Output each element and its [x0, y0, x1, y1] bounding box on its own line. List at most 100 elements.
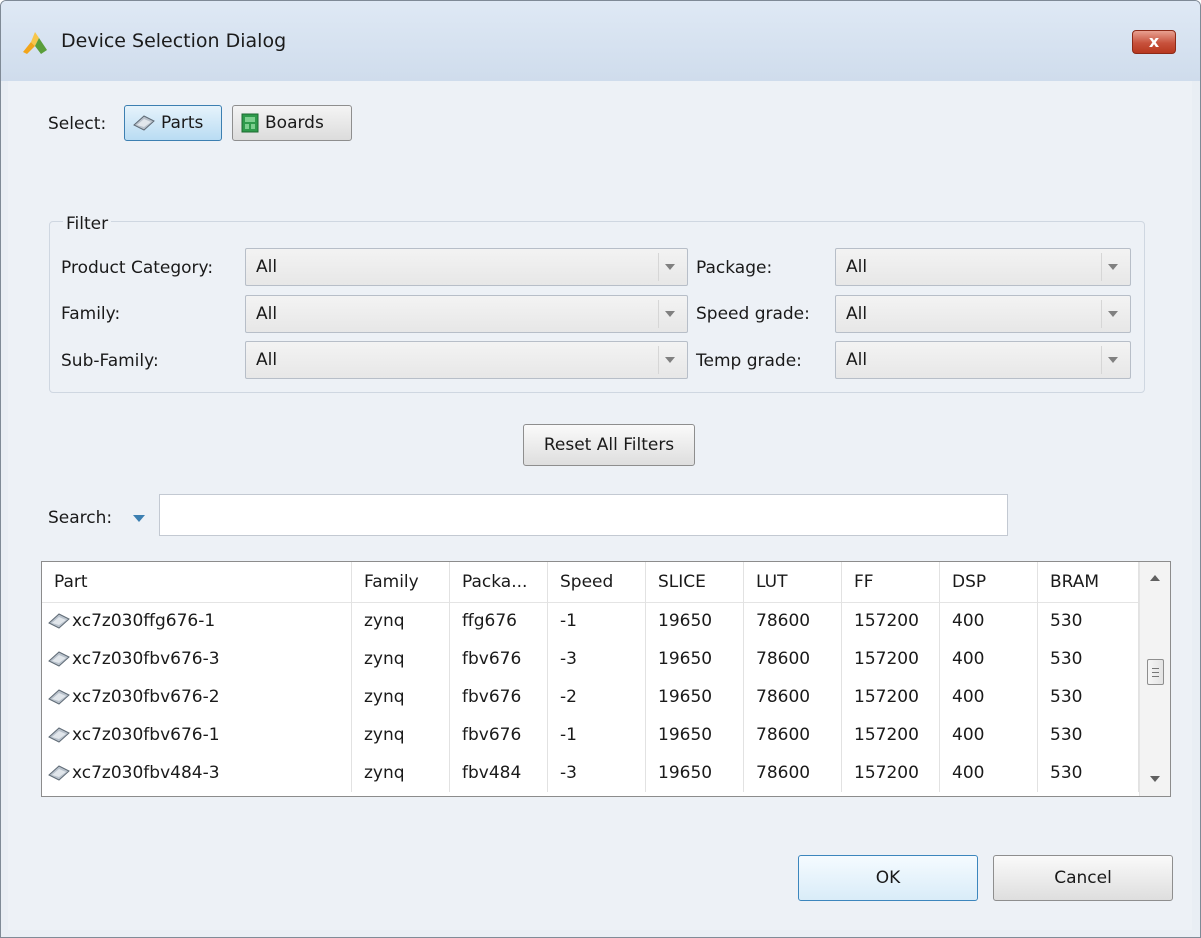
product-category-select[interactable]: All: [245, 248, 688, 286]
family-select[interactable]: All: [245, 295, 688, 333]
vertical-scrollbar[interactable]: [1139, 562, 1170, 796]
chevron-down-icon: [1108, 264, 1118, 270]
column-header-family[interactable]: Family: [352, 562, 450, 602]
sub-family-select[interactable]: All: [245, 341, 688, 379]
cell-text: 157200: [854, 763, 919, 783]
table-row[interactable]: xc7z030ffg676-1 zynq ffg676 -1 19650 78600 157…: [42, 602, 1139, 640]
cell-text: zynq: [364, 687, 405, 707]
cell-dsp: 400: [940, 716, 1038, 754]
device-selection-dialog: Device Selection Dialog x Select: Parts …: [0, 0, 1201, 938]
temp-grade-select[interactable]: All: [835, 341, 1131, 379]
cell-text: zynq: [364, 649, 405, 669]
search-input[interactable]: [159, 494, 1008, 536]
cell-text: zynq: [364, 763, 405, 783]
cell-family: zynq: [352, 640, 450, 678]
chip-icon: [48, 727, 70, 743]
table-row[interactable]: xc7z030fbv676-2 zynq fbv676 -2 19650 78600 157…: [42, 678, 1139, 716]
cell-text: 400: [952, 725, 985, 745]
column-header-bram[interactable]: BRAM: [1038, 562, 1139, 602]
speed-grade-label: Speed grade:: [696, 304, 810, 324]
boards-toggle-button[interactable]: Boards: [232, 105, 352, 141]
column-header-dsp[interactable]: DSP: [940, 562, 1038, 602]
package-value: All: [846, 257, 868, 277]
cell-part: xc7z030fbv676-2: [42, 678, 352, 716]
cell-ff: 157200: [842, 640, 940, 678]
table-header: Part Family Packa... Speed SLICE LUT FF …: [42, 562, 1139, 603]
temp-grade-label: Temp grade:: [696, 351, 802, 371]
cell-text: 400: [952, 649, 985, 669]
family-label: Family:: [61, 304, 121, 324]
cell-lut: 78600: [744, 754, 842, 792]
cell-lut: 78600: [744, 678, 842, 716]
chip-icon: [133, 115, 155, 131]
cell-bram: 530: [1038, 678, 1139, 716]
search-label: Search:: [48, 508, 113, 528]
close-icon: x: [1148, 32, 1160, 51]
cell-speed: -3: [548, 640, 646, 678]
cancel-label: Cancel: [1054, 868, 1112, 888]
cell-text: 400: [952, 687, 985, 707]
parts-table: Part Family Packa... Speed SLICE LUT FF …: [41, 561, 1171, 797]
cell-dsp: 400: [940, 640, 1038, 678]
reset-filters-button[interactable]: Reset All Filters: [523, 424, 695, 466]
cell-text: xc7z030ffg676-1: [72, 611, 216, 631]
cell-text: 530: [1050, 725, 1083, 745]
close-button[interactable]: x: [1132, 30, 1176, 54]
cell-ff: 157200: [842, 754, 940, 792]
cell-slice: 19650: [646, 602, 744, 640]
chevron-down-icon: [665, 311, 675, 317]
cell-part: xc7z030ffg676-1: [42, 602, 352, 640]
cell-text: zynq: [364, 611, 405, 631]
cell-part: xc7z030fbv676-1: [42, 716, 352, 754]
column-header-speed[interactable]: Speed: [548, 562, 646, 602]
cell-text: xc7z030fbv676-2: [72, 687, 220, 707]
chevron-down-icon: [665, 357, 675, 363]
chevron-down-icon: [665, 264, 675, 270]
speed-grade-select[interactable]: All: [835, 295, 1131, 333]
parts-toggle-button[interactable]: Parts: [124, 105, 222, 141]
column-header-lut[interactable]: LUT: [744, 562, 842, 602]
cell-text: 19650: [658, 725, 713, 745]
search-options-chevron-icon[interactable]: [133, 515, 145, 522]
cell-text: 400: [952, 611, 985, 631]
cell-speed: -1: [548, 716, 646, 754]
cell-text: zynq: [364, 725, 405, 745]
column-header-slice[interactable]: SLICE: [646, 562, 744, 602]
cell-text: 400: [952, 763, 985, 783]
column-header-part[interactable]: Part: [42, 562, 352, 602]
cell-slice: 19650: [646, 678, 744, 716]
scrollbar-thumb[interactable]: [1147, 659, 1164, 685]
cell-text: -1: [560, 611, 577, 631]
scroll-up-icon[interactable]: [1150, 575, 1160, 581]
cell-text: 78600: [756, 649, 811, 669]
ok-button[interactable]: OK: [798, 855, 978, 901]
table-row[interactable]: xc7z030fbv676-3 zynq fbv676 -3 19650 78600 157…: [42, 640, 1139, 678]
cell-text: -2: [560, 687, 577, 707]
ok-label: OK: [875, 868, 901, 888]
cell-text: 157200: [854, 649, 919, 669]
cell-text: 78600: [756, 611, 811, 631]
cell-dsp: 400: [940, 754, 1038, 792]
table-row[interactable]: xc7z030fbv484-3 zynq fbv484 -3 19650 78600 157…: [42, 754, 1139, 792]
scroll-down-icon[interactable]: [1150, 776, 1160, 782]
cell-bram: 530: [1038, 640, 1139, 678]
cell-ff: 157200: [842, 716, 940, 754]
family-value: All: [256, 304, 278, 324]
cancel-button[interactable]: Cancel: [993, 855, 1173, 901]
package-select[interactable]: All: [835, 248, 1131, 286]
sub-family-value: All: [256, 350, 278, 370]
cell-text: ffg676: [462, 611, 517, 631]
cell-text: 19650: [658, 611, 713, 631]
cell-text: -1: [560, 725, 577, 745]
cell-text: 19650: [658, 687, 713, 707]
cell-text: -3: [560, 763, 577, 783]
sub-family-label: Sub-Family:: [61, 351, 159, 371]
cell-slice: 19650: [646, 754, 744, 792]
xilinx-logo-icon: [23, 32, 47, 54]
table-row[interactable]: xc7z030fbv676-1 zynq fbv676 -1 19650 78600 157…: [42, 716, 1139, 754]
column-header-ff[interactable]: FF: [842, 562, 940, 602]
chevron-down-icon: [1108, 311, 1118, 317]
cell-ff: 157200: [842, 602, 940, 640]
product-category-label: Product Category:: [61, 258, 214, 278]
column-header-package[interactable]: Packa...: [450, 562, 548, 602]
